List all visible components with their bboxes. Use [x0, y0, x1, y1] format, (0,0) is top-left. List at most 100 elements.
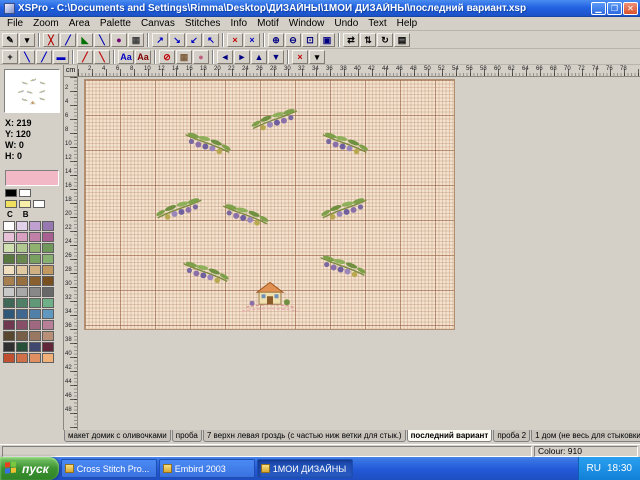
- taskbar-button[interactable]: Embird 2003: [159, 459, 255, 478]
- mirror-horizontal[interactable]: ⇄: [343, 33, 359, 47]
- text-tool[interactable]: Aa: [118, 50, 134, 64]
- palette-swatch[interactable]: [42, 320, 54, 330]
- maximize-button[interactable]: ❐: [607, 2, 622, 15]
- pattern-preview[interactable]: [4, 69, 60, 113]
- zoom-area[interactable]: ⊡: [302, 33, 318, 47]
- palette-swatch[interactable]: [16, 320, 28, 330]
- palette-swatch[interactable]: [3, 287, 15, 297]
- palette-swatch[interactable]: [42, 254, 54, 264]
- palette-swatch[interactable]: [3, 309, 15, 319]
- full-stitch-tool[interactable]: ╳: [43, 33, 59, 47]
- palette-swatch[interactable]: [5, 189, 17, 197]
- palette-swatch[interactable]: [42, 243, 54, 253]
- pattern-tab[interactable]: проба: [172, 430, 202, 442]
- palette-swatch[interactable]: [29, 298, 41, 308]
- menu-canvas[interactable]: Canvas: [136, 18, 180, 29]
- stitch-grid[interactable]: [84, 79, 455, 330]
- palette-swatch[interactable]: [16, 309, 28, 319]
- palette-tool[interactable]: ▦: [176, 50, 192, 64]
- menu-area[interactable]: Area: [64, 18, 95, 29]
- palette-swatch[interactable]: [3, 243, 15, 253]
- palette-swatch[interactable]: [16, 276, 28, 286]
- pattern-tab[interactable]: макет домик с оливочками: [64, 430, 171, 442]
- canvas-viewport[interactable]: [78, 77, 640, 430]
- palette-swatch[interactable]: [16, 265, 28, 275]
- selected-color-swatch[interactable]: [5, 170, 59, 186]
- palette-swatch[interactable]: [16, 331, 28, 341]
- palette-swatch[interactable]: [3, 320, 15, 330]
- palette-swatch[interactable]: [16, 287, 28, 297]
- palette-swatch[interactable]: [16, 353, 28, 363]
- menu-file[interactable]: File: [2, 18, 28, 29]
- menu-text[interactable]: Text: [363, 18, 391, 29]
- palette-swatch[interactable]: [42, 298, 54, 308]
- palette-swatch[interactable]: [33, 200, 45, 208]
- close-button[interactable]: ✕: [623, 2, 638, 15]
- palette-swatch[interactable]: [3, 265, 15, 275]
- menu-help[interactable]: Help: [392, 18, 423, 29]
- palette-swatch[interactable]: [42, 265, 54, 275]
- palette-swatch[interactable]: [29, 221, 41, 231]
- palette-swatch[interactable]: [5, 200, 17, 208]
- pencil-tool[interactable]: ✎: [2, 33, 18, 47]
- no-colour-tool[interactable]: ⊘: [159, 50, 175, 64]
- zoom-in[interactable]: ⊕: [268, 33, 284, 47]
- palette-swatch[interactable]: [29, 265, 41, 275]
- thick-line-tool[interactable]: ▬: [53, 50, 69, 64]
- pencil-dropdown[interactable]: ▾: [19, 33, 35, 47]
- zoom-out[interactable]: ⊖: [285, 33, 301, 47]
- palette-swatch[interactable]: [42, 221, 54, 231]
- palette-swatch[interactable]: [16, 298, 28, 308]
- palette-swatch[interactable]: [29, 320, 41, 330]
- shift-left[interactable]: ◄: [217, 50, 233, 64]
- shift-up[interactable]: ▲: [251, 50, 267, 64]
- half-stitch-tool[interactable]: ╱: [60, 33, 76, 47]
- print-button[interactable]: ▤: [394, 33, 410, 47]
- pattern-tab[interactable]: последний вариант: [407, 430, 493, 442]
- pattern-tab[interactable]: 1 дом (не весь для стыковки): [531, 430, 640, 442]
- palette-swatch[interactable]: [16, 221, 28, 231]
- backstitch-nw[interactable]: ↖: [203, 33, 219, 47]
- backstitch-ne[interactable]: ↗: [152, 33, 168, 47]
- palette-swatch[interactable]: [3, 298, 15, 308]
- pattern-tab[interactable]: 7 верхн левая гроздь (с частью ниж ветки…: [203, 430, 406, 442]
- palette-swatch[interactable]: [29, 287, 41, 297]
- palette-swatch[interactable]: [42, 353, 54, 363]
- palette-swatch[interactable]: [29, 342, 41, 352]
- palette-swatch[interactable]: [16, 254, 28, 264]
- french-knot-tool[interactable]: ●: [111, 33, 127, 47]
- palette-swatch[interactable]: [3, 331, 15, 341]
- palette-swatch[interactable]: [29, 331, 41, 341]
- backstitch-tool[interactable]: ╲: [94, 33, 110, 47]
- delete-stitch[interactable]: ×: [227, 33, 243, 47]
- text-tool-alt[interactable]: Aa: [135, 50, 151, 64]
- menu-undo[interactable]: Undo: [329, 18, 363, 29]
- zoom-fit[interactable]: ▣: [319, 33, 335, 47]
- palette-swatch[interactable]: [29, 254, 41, 264]
- palette-swatch[interactable]: [29, 232, 41, 242]
- pattern-tab[interactable]: проба 2: [493, 430, 530, 442]
- line-tool-ne[interactable]: ╱: [36, 50, 52, 64]
- palette-swatch[interactable]: [42, 342, 54, 352]
- menu-palette[interactable]: Palette: [95, 18, 136, 29]
- taskbar-button[interactable]: 1МОИ ДИЗАЙНЫ: [257, 459, 353, 478]
- palette-swatch[interactable]: [29, 243, 41, 253]
- palette-swatch[interactable]: [3, 342, 15, 352]
- palette-swatch[interactable]: [16, 342, 28, 352]
- palette-swatch[interactable]: [29, 309, 41, 319]
- palette-swatch[interactable]: [3, 353, 15, 363]
- line-tool-nw[interactable]: ╲: [19, 50, 35, 64]
- palette-swatch[interactable]: [3, 232, 15, 242]
- colour-picker[interactable]: ●: [193, 50, 209, 64]
- palette-swatch[interactable]: [3, 221, 15, 231]
- palette-swatch[interactable]: [42, 232, 54, 242]
- motif-dropdown[interactable]: ▾: [309, 50, 325, 64]
- palette-swatch[interactable]: [29, 353, 41, 363]
- menu-info[interactable]: Info: [225, 18, 252, 29]
- red-backline-tool[interactable]: ╲: [94, 50, 110, 64]
- minimize-button[interactable]: ▁: [591, 2, 606, 15]
- red-line-tool[interactable]: ╱: [77, 50, 93, 64]
- quarter-stitch-tool[interactable]: ◣: [77, 33, 93, 47]
- shift-right[interactable]: ►: [234, 50, 250, 64]
- delete-motif[interactable]: ×: [292, 50, 308, 64]
